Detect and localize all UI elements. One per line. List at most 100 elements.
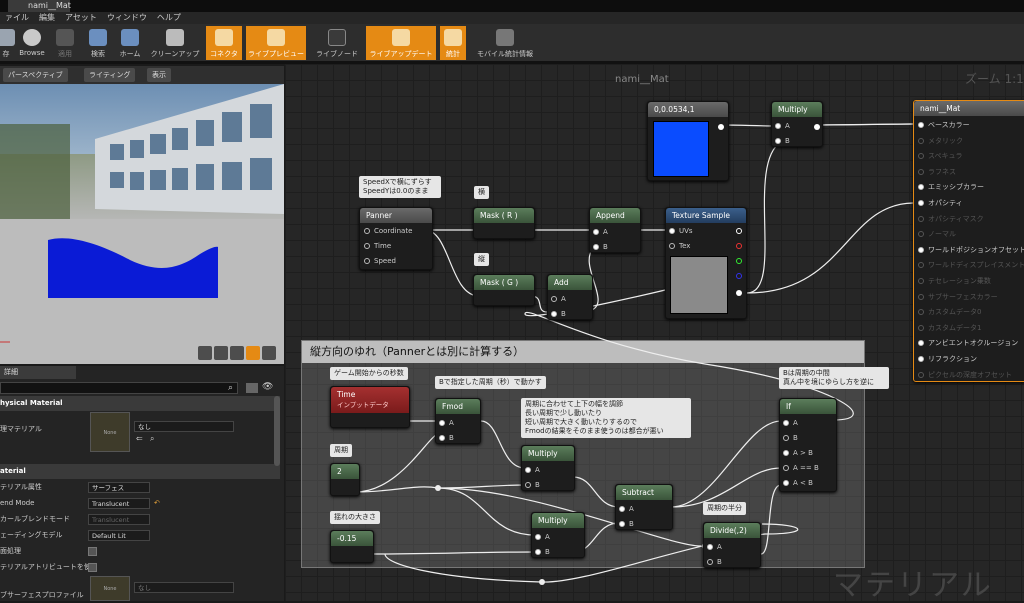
pin-b[interactable]: B [783,434,798,442]
a-out-pin[interactable] [736,290,742,296]
fmod-node[interactable]: Fmod A B [435,398,481,444]
details-tab[interactable]: 詳細 [0,366,76,379]
reset-arrow-icon[interactable]: ↶ [154,496,160,511]
panner-node[interactable]: Panner Coordinate Time Speed [359,207,433,270]
cleanup-button[interactable]: クリーンアップ [148,26,202,60]
pin-a-greater-b[interactable]: A > B [783,449,813,457]
connector-button[interactable]: コネクタ [206,26,242,60]
blend-mode-dropdown[interactable]: Translucent [88,498,150,509]
pin-b[interactable]: B [593,243,608,251]
pin-b[interactable]: B [619,520,634,528]
material-domain-dropdown[interactable]: サーフェス [88,482,150,493]
constant-2-node[interactable]: 2 [330,463,360,496]
live-update-button[interactable]: ライブアップデート [366,26,436,60]
pin-a[interactable]: A [707,543,722,551]
subsurface-dropdown[interactable]: なし [134,582,234,593]
divide-node[interactable]: Divide(,2) A B [703,522,761,568]
result-pin[interactable]: テセレーション乗数 [918,276,991,286]
add-node[interactable]: Add A B [547,274,593,320]
output-pin[interactable] [718,124,724,130]
pin-b[interactable]: B [707,558,722,566]
menu-edit[interactable]: 編集 [34,12,60,24]
pin-b[interactable]: B [439,434,454,442]
time-node[interactable]: Time インプットデータ [330,386,410,428]
result-pin[interactable]: ベースカラー [918,120,970,130]
use-selected-arrow-icon[interactable]: ⇐ [136,434,143,443]
subsurface-thumb[interactable]: None [90,576,130,601]
pin-a[interactable]: A [525,466,540,474]
save-button[interactable]: 存 [0,26,15,60]
show-button[interactable]: 表示 [147,68,171,82]
pin-a-equal-b[interactable]: A == B [783,464,819,472]
coordinate-pin[interactable]: Coordinate [364,227,412,235]
result-pin[interactable]: ピクセルの深度オフセット [918,370,1012,380]
shading-model-dropdown[interactable]: Default Lit [88,530,150,541]
output-pin[interactable] [814,124,820,130]
details-search[interactable] [0,382,238,394]
lighting-button[interactable]: ライティング [84,68,136,82]
material-graph[interactable]: nami__Mat ズーム 1:1 マテリアル 縦方向のゆれ（Pannerとは別… [285,64,1024,601]
result-pin[interactable]: ワールドポジションオフセット [918,245,1024,255]
pin-a[interactable]: A [593,228,608,236]
g-out-pin[interactable] [736,258,742,264]
multiply-node-bottom[interactable]: Multiply A B [531,512,585,558]
two-sided-checkbox[interactable] [88,547,97,556]
multiply-node-mid[interactable]: Multiply A B [521,445,575,491]
sphere-preview-button[interactable] [214,346,228,360]
result-pin[interactable]: オパシティマスク [918,214,984,224]
result-pin[interactable]: サブサーフェスカラー [918,292,998,302]
texture-sample-node[interactable]: Texture Sample UVs Tex [665,207,747,319]
use-attributes-checkbox[interactable] [88,563,97,572]
pin-a[interactable]: A [775,122,790,130]
cube-preview-button[interactable] [246,346,260,360]
perspective-button[interactable]: パースペクティブ [3,68,68,82]
physical-material-category[interactable]: hysical Material [0,396,280,411]
material-category[interactable]: aterial [0,464,280,479]
details-scrollbar[interactable] [274,396,280,466]
append-node[interactable]: Append A B [589,207,641,253]
tex-pin[interactable]: Tex [669,242,690,250]
browse-asset-icon[interactable]: ⌕ [150,434,154,444]
live-preview-button[interactable]: ライブプレビュー [246,26,306,60]
result-node[interactable]: nami__Mat ベースカラー メタリック スペキュラ ラフネス エミッシブカラー オパ… [913,100,1024,382]
result-pin[interactable]: ワールドディスプレイスメント [918,260,1024,270]
cylinder-preview-button[interactable] [198,346,212,360]
decal-blend-dropdown[interactable]: Translucent [88,514,150,525]
pin-a[interactable]: A [783,419,798,427]
apply-button[interactable]: 適用 [52,26,78,60]
pin-b[interactable]: B [535,548,550,556]
constant-vector-node[interactable]: 0,0.0534,1 [647,101,729,181]
result-pin[interactable]: ラフネス [918,167,956,177]
asset-tab[interactable]: nami__Mat [8,0,71,12]
result-pin[interactable]: スペキュラ [918,151,963,161]
uvs-pin[interactable]: UVs [669,227,693,235]
result-pin[interactable]: ノーマル [918,229,956,239]
preview-viewport[interactable] [0,84,284,364]
result-pin[interactable]: カスタムデータ1 [918,323,981,333]
grid-view-icon[interactable] [246,383,258,393]
time-pin[interactable]: Time [364,242,391,250]
menu-asset[interactable]: アセット [60,12,102,24]
menu-help[interactable]: ヘルプ [152,12,186,24]
pin-a[interactable]: A [535,533,550,541]
mask-g-node[interactable]: Mask ( G ) [473,274,535,306]
pin-b[interactable]: B [525,481,540,489]
rgb-out-pin[interactable] [736,228,742,234]
result-pin[interactable]: カスタムデータ0 [918,307,981,317]
search-button[interactable]: 検索 [84,26,112,60]
phys-mat-dropdown[interactable]: なし [134,421,234,432]
result-pin[interactable]: リフラクション [918,354,977,364]
plane-preview-button[interactable] [230,346,244,360]
subtract-node[interactable]: Subtract A B [615,484,673,530]
pin-a-less-b[interactable]: A < B [783,479,813,487]
if-node[interactable]: If A B A > B A == B A < B [779,398,837,492]
menu-window[interactable]: ウィンドウ [102,12,152,24]
mask-r-node[interactable]: Mask ( R ) [473,207,535,239]
constant-015-node[interactable]: -0.15 [330,530,374,563]
speed-pin[interactable]: Speed [364,257,396,265]
mobile-stats-button[interactable]: モバイル統計情報 [472,26,538,60]
result-pin[interactable]: エミッシブカラー [918,182,984,192]
r-out-pin[interactable] [736,243,742,249]
menu-file[interactable]: ァイル [0,12,34,24]
pin-a[interactable]: A [551,295,566,303]
